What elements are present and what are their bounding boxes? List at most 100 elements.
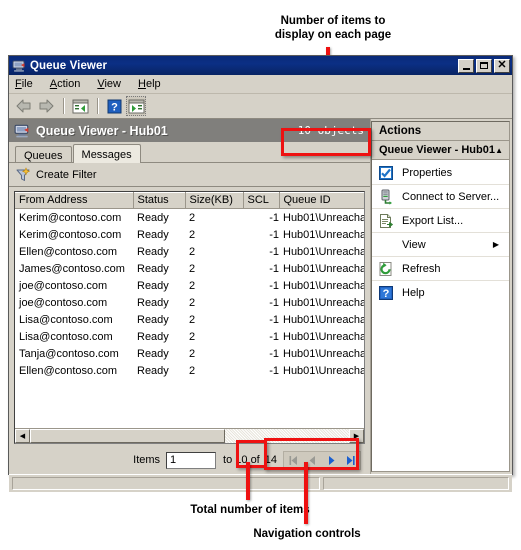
window-title: Queue Viewer: [30, 59, 108, 72]
tab-queues[interactable]: Queues: [15, 146, 72, 162]
range-text: to 10 of: [223, 454, 260, 466]
filter-icon: [15, 166, 31, 183]
screenshot-root: Number of items to display on each page …: [0, 0, 521, 550]
table-cell: -1: [269, 364, 279, 377]
table-cell: 2: [189, 262, 196, 275]
action-export-list[interactable]: Export List...: [372, 209, 509, 233]
tab-messages[interactable]: Messages: [72, 144, 141, 163]
table-row[interactable]: Lisa@contoso.com Ready 2 -1 Hub01\Unreachabl…: [15, 311, 364, 328]
scroll-track[interactable]: [30, 429, 349, 443]
column-header-queue-id[interactable]: Queue ID: [279, 192, 364, 209]
messages-list-view[interactable]: From Address Status Size(KB) SCL Queue I…: [14, 191, 365, 444]
table-cell: -1: [269, 211, 279, 224]
table-cell: Ready: [137, 279, 169, 292]
table-cell: Ready: [137, 228, 169, 241]
items-start-input[interactable]: [166, 451, 217, 469]
table-cell: Ready: [137, 296, 169, 309]
properties-checkbox-icon: [378, 165, 394, 181]
forward-arrow-icon[interactable]: [36, 96, 56, 116]
show-hide-console-tree-icon[interactable]: [70, 96, 90, 116]
action-refresh[interactable]: Refresh: [372, 257, 509, 281]
maximize-button[interactable]: [476, 58, 492, 73]
svg-text:?: ?: [111, 101, 118, 113]
table-cell: Ready: [137, 347, 169, 360]
table-cell: -1: [269, 313, 279, 326]
table-row[interactable]: Ellen@contoso.com Ready 2 -1 Hub01\Unreachab…: [15, 362, 364, 379]
column-header-status[interactable]: Status: [133, 192, 186, 209]
annotation-items-per-page: Number of items to display on each page: [274, 15, 392, 41]
table-cell: Kerim@contoso.com: [19, 228, 122, 241]
table-cell: Ready: [137, 330, 169, 343]
toolbar-separator-1: [63, 98, 65, 114]
filter-bar: Create Filter: [9, 163, 370, 187]
table-cell: Ellen@contoso.com: [19, 364, 117, 377]
table-cell: -1: [269, 296, 279, 309]
table-cell: Hub01\Unreachable: [283, 262, 364, 275]
horizontal-scrollbar[interactable]: ◀ ▶: [15, 428, 364, 443]
table-header-row: From Address Status Size(KB) SCL Queue I…: [15, 192, 364, 209]
table-cell: 2: [189, 330, 196, 343]
column-header-from-address[interactable]: From Address: [15, 192, 134, 209]
table-row[interactable]: Kerim@contoso.com Ready 2 -1 Hub01\Unreachab…: [15, 226, 364, 243]
next-page-button[interactable]: [322, 452, 341, 469]
table-cell: 2: [189, 279, 196, 292]
table-cell: Lisa@contoso.com: [19, 313, 113, 326]
items-label: Items: [133, 454, 161, 466]
svg-text:?: ?: [383, 288, 390, 300]
queue-viewer-icon: [14, 123, 30, 139]
first-page-button[interactable]: [284, 452, 303, 469]
table-cell: Hub01\Unreachable: [283, 364, 364, 377]
table-row[interactable]: Lisa@contoso.com Ready 2 -1 Hub01\Unreachabl…: [15, 328, 364, 345]
menu-view[interactable]: View: [97, 78, 121, 90]
annotation-total-items: Total number of items: [190, 504, 310, 516]
actions-group-header[interactable]: Queue Viewer - Hub01 ▲: [372, 141, 509, 160]
column-header-size[interactable]: Size(KB): [185, 192, 244, 209]
action-label: Refresh: [402, 262, 441, 275]
table-cell: -1: [269, 330, 279, 343]
table-cell: Hub01\Unreachable: [283, 279, 364, 292]
menu-action[interactable]: Action: [50, 78, 81, 90]
show-hide-action-pane-icon[interactable]: [126, 96, 146, 116]
back-arrow-icon[interactable]: [14, 96, 34, 116]
messages-table: From Address Status Size(KB) SCL Queue I…: [15, 192, 364, 379]
column-header-scl[interactable]: SCL: [243, 192, 280, 209]
table-cell: -1: [269, 347, 279, 360]
close-button[interactable]: ✕: [494, 58, 510, 73]
list-view-wrap: From Address Status Size(KB) SCL Queue I…: [9, 187, 370, 446]
connect-server-icon: [378, 189, 394, 205]
scroll-thumb[interactable]: [30, 429, 225, 443]
table-cell: Hub01\Unreachable: [283, 228, 364, 241]
table-cell: 2: [189, 364, 196, 377]
table-cell: Hub01\Unreachable: [283, 313, 364, 326]
chevron-up-icon[interactable]: ▲: [495, 146, 503, 155]
table-row[interactable]: Kerim@contoso.com Ready 2 -1 Hub01\Unreachab…: [15, 209, 364, 227]
scroll-left-button[interactable]: ◀: [15, 429, 30, 443]
table-row[interactable]: joe@contoso.com Ready 2 -1 Hub01\Unreachable: [15, 277, 364, 294]
action-properties[interactable]: Properties: [372, 161, 509, 185]
tab-strip: Queues Messages: [9, 142, 370, 163]
table-row[interactable]: Ellen@contoso.com Ready 2 -1 Hub01\Unreachab…: [15, 243, 364, 260]
table-cell: -1: [269, 262, 279, 275]
menu-file[interactable]: File: [15, 78, 33, 90]
minimize-button[interactable]: [458, 58, 474, 73]
table-cell: Lisa@contoso.com: [19, 330, 113, 343]
menu-help[interactable]: Help: [138, 78, 161, 90]
table-cell: 2: [189, 228, 196, 241]
table-cell: 2: [189, 347, 196, 360]
table-row[interactable]: Tanja@contoso.com Ready 2 -1 Hub01\Unreachab…: [15, 345, 364, 362]
last-page-button[interactable]: [341, 452, 360, 469]
pagination-bar: Items to 10 of 14: [9, 446, 370, 474]
help-icon[interactable]: ?: [104, 96, 124, 116]
actions-list: Properties Connect to Server... Export L…: [372, 160, 509, 471]
results-header-title: Queue Viewer - Hub01: [36, 123, 168, 138]
annotation-line-nav-controls: [304, 462, 308, 524]
table-row[interactable]: joe@contoso.com Ready 2 -1 Hub01\Unreachable: [15, 294, 364, 311]
action-help[interactable]: ? Help: [372, 281, 509, 305]
table-cell: Hub01\Unreachable: [283, 347, 364, 360]
action-connect-to-server[interactable]: Connect to Server...: [372, 185, 509, 209]
object-count-label: 10 objects: [297, 124, 364, 137]
action-view[interactable]: View ▶: [372, 233, 509, 257]
create-filter-label[interactable]: Create Filter: [36, 169, 97, 181]
scroll-right-button[interactable]: ▶: [349, 429, 364, 443]
table-row[interactable]: James@contoso.com Ready 2 -1 Hub01\Unreachab…: [15, 260, 364, 277]
